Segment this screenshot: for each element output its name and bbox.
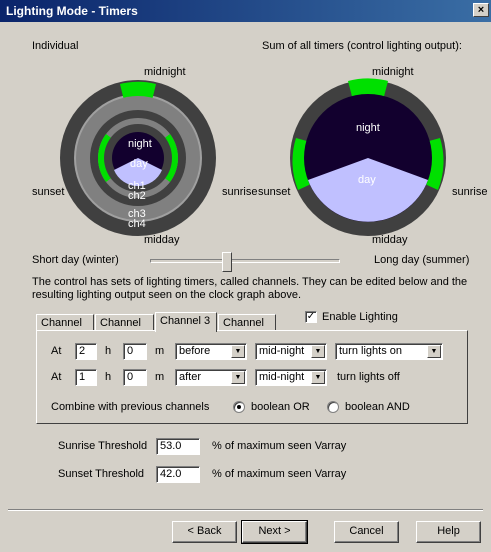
sum-sunset-label: sunset xyxy=(258,186,291,198)
chevron-down-icon[interactable]: ▼ xyxy=(231,345,245,358)
individual-ch4-label: ch4 xyxy=(128,218,146,230)
row2-at-label: At xyxy=(51,371,62,383)
combine-label: Combine with previous channels xyxy=(51,401,210,413)
tab-channel-4[interactable]: Channel 4 xyxy=(218,314,276,341)
individual-heading: Individual xyxy=(32,40,79,52)
row1-hours-input[interactable]: 2 xyxy=(75,343,97,360)
sum-heading: Sum of all timers (control lighting outp… xyxy=(262,40,462,52)
enable-lighting-label: Enable Lighting xyxy=(322,311,398,323)
row1-at-label: At xyxy=(51,345,62,357)
long-day-label: Long day (summer) xyxy=(374,254,470,266)
row1-relation-select[interactable]: before ▼ xyxy=(175,343,247,360)
row2-anchor-select[interactable]: mid-night ▼ xyxy=(255,369,327,386)
row2-relation-value: after xyxy=(179,371,202,383)
individual-sunset-label: sunset xyxy=(32,186,65,198)
window-title: Lighting Mode - Timers xyxy=(6,4,138,18)
sunset-threshold-label: Sunset Threshold xyxy=(58,468,145,480)
row1-action-select[interactable]: turn lights on ▼ xyxy=(335,343,443,360)
tab-channel-1[interactable]: Channel 1 xyxy=(36,314,94,341)
individual-sunrise-label: sunrise xyxy=(222,186,258,198)
next-button[interactable]: Next > xyxy=(241,520,308,544)
chevron-down-icon[interactable]: ▼ xyxy=(427,345,441,358)
channel-panel: At 2 h 0 m before ▼ mid-night ▼ turn lig… xyxy=(36,330,468,424)
sum-clock xyxy=(290,78,446,236)
sunrise-threshold-unit: % of maximum seen Varray xyxy=(212,440,347,452)
row1-h-label: h xyxy=(105,345,112,357)
close-icon[interactable]: × xyxy=(473,3,489,17)
sum-sunrise-label: sunrise xyxy=(452,186,488,198)
cancel-button[interactable]: Cancel xyxy=(334,521,399,543)
sum-midnight-label: midnight xyxy=(372,66,414,78)
boolean-and-label: boolean AND xyxy=(345,401,410,413)
row2-action-label: turn lights off xyxy=(337,371,400,383)
individual-ch2-label: ch2 xyxy=(128,190,146,202)
row1-action-value: turn lights on xyxy=(339,345,402,357)
short-day-label: Short day (winter) xyxy=(32,254,119,266)
row2-h-label: h xyxy=(105,371,112,383)
row2-hours-input[interactable]: 1 xyxy=(75,369,97,386)
individual-midday-label: midday xyxy=(144,234,180,246)
row1-anchor-select[interactable]: mid-night ▼ xyxy=(255,343,327,360)
boolean-and-radio[interactable] xyxy=(327,401,339,413)
enable-lighting-checkbox[interactable]: ✓ xyxy=(305,311,317,323)
boolean-or-radio[interactable] xyxy=(233,401,245,413)
tab-channel-2[interactable]: Channel 2 xyxy=(95,314,154,341)
row1-anchor-value: mid-night xyxy=(259,345,305,357)
sum-midday-label: midday xyxy=(372,234,408,246)
individual-night-label: night xyxy=(128,138,152,150)
chevron-down-icon[interactable]: ▼ xyxy=(311,345,325,358)
row2-relation-select[interactable]: after ▼ xyxy=(175,369,247,386)
row1-relation-value: before xyxy=(179,345,211,357)
individual-day-label: day xyxy=(130,158,148,170)
row1-minutes-input[interactable]: 0 xyxy=(123,343,147,360)
title-bar: Lighting Mode - Timers × xyxy=(0,0,491,22)
back-button[interactable]: < Back xyxy=(172,521,237,543)
row2-anchor-value: mid-night xyxy=(259,371,305,383)
sum-day-label: day xyxy=(358,174,376,186)
chevron-down-icon[interactable]: ▼ xyxy=(311,371,325,384)
description-text: The control has sets of lighting timers,… xyxy=(32,276,468,301)
footer-divider xyxy=(8,509,483,511)
sunrise-threshold-label: Sunrise Threshold xyxy=(58,440,148,452)
row2-minutes-input[interactable]: 0 xyxy=(123,369,147,386)
daylength-slider-track[interactable] xyxy=(150,259,340,263)
daylength-slider-thumb[interactable] xyxy=(222,252,232,272)
sunset-threshold-unit: % of maximum seen Varray xyxy=(212,468,347,480)
boolean-or-label: boolean OR xyxy=(251,401,310,413)
sum-night-label: night xyxy=(356,122,380,134)
individual-midnight-label: midnight xyxy=(144,66,186,78)
tab-channel-3[interactable]: Channel 3 xyxy=(155,312,217,332)
row1-m-label: m xyxy=(155,345,165,357)
help-button[interactable]: Help xyxy=(416,521,481,543)
row2-m-label: m xyxy=(155,371,165,383)
sunrise-threshold-input[interactable]: 53.0 xyxy=(156,438,200,455)
chevron-down-icon[interactable]: ▼ xyxy=(231,371,245,384)
sunset-threshold-input[interactable]: 42.0 xyxy=(156,466,200,483)
